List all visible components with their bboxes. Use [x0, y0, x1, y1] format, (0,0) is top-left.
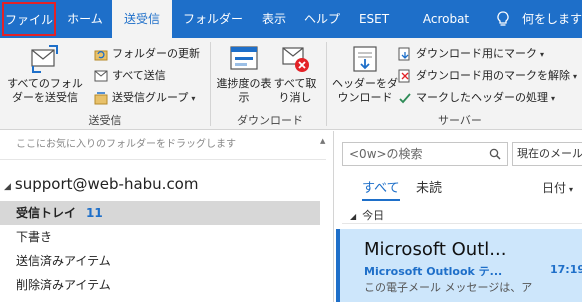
show-progress-label: 進捗度の表示 [216, 77, 272, 104]
search-scope-dropdown[interactable]: 現在のメールボックス [512, 142, 582, 166]
tab-folder[interactable]: フォルダー [180, 0, 246, 38]
update-folder-label: フォルダーの更新 [112, 47, 200, 60]
collapse-triangle-icon[interactable]: ◢ [350, 212, 356, 221]
progress-window-icon [230, 46, 258, 70]
send-receive-groups-label: 送受信グループ ▾ [112, 88, 195, 109]
folder-deleted-items[interactable]: 削除済みアイテム [0, 273, 320, 297]
ribbon-tab-bar: ファイル ホーム 送受信 フォルダー 表示 ヘルプ ESET Acrobat 何… [0, 0, 582, 38]
send-receive-groups-icon [94, 92, 108, 105]
unmark-download-icon [398, 69, 410, 83]
message-subject: Microsoft Outlook テ... [364, 265, 503, 278]
list-divider [342, 223, 582, 224]
collapse-triangle-icon[interactable]: ◢ [4, 182, 11, 192]
scroll-up-arrow-icon[interactable]: ▲ [320, 137, 325, 145]
process-marked-headers-label: マークしたヘッダーの処理 ▾ [416, 88, 555, 109]
cancel-all-label: すべて取り消し [273, 77, 317, 104]
search-icon [489, 148, 501, 160]
mark-to-download-label: ダウンロード用にマーク ▾ [416, 44, 544, 65]
tab-help[interactable]: ヘルプ [302, 0, 342, 38]
chevron-down-icon: ▾ [191, 94, 196, 103]
outlook-window: ファイル ホーム 送受信 フォルダー 表示 ヘルプ ESET Acrobat 何… [0, 0, 582, 302]
folder-label: 送信済みアイテム [16, 254, 111, 268]
message-item[interactable]: Microsoft Outl... Microsoft Outlook テ...… [336, 229, 582, 302]
send-receive-all-label: すべてのフォルダーを送受信 [7, 77, 83, 104]
group-label-send-receive: 送受信 [88, 114, 122, 127]
folder-label: 下書き [16, 230, 53, 244]
download-headers-button[interactable]: ヘッダーをダウンロード [332, 44, 398, 105]
cancel-all-icon [282, 47, 309, 72]
tab-home[interactable]: ホーム [62, 0, 108, 38]
group-header-today[interactable]: ◢ 今日 [350, 207, 384, 223]
tab-view[interactable]: 表示 [254, 0, 294, 38]
group-header-label: 今日 [362, 209, 385, 222]
filter-tab-unread[interactable]: 未読 [416, 177, 442, 199]
tell-me-label: 何をしますか [522, 12, 582, 26]
mark-download-icon [398, 47, 410, 61]
folder-label: 受信トレイ [16, 206, 77, 220]
ribbon-divider [326, 42, 327, 126]
send-all-label: すべて送信 [112, 69, 166, 82]
show-progress-button[interactable]: 進捗度の表示 [216, 44, 272, 105]
message-preview: この電子メール メッセージは、ア [364, 281, 533, 294]
ribbon-send-receive: すべてのフォルダーを送受信 フォルダーの更新 すべて送信 送受信グループ ▾ 送受… [0, 38, 582, 130]
folder-drafts[interactable]: 下書き [0, 225, 320, 249]
ribbon-divider [210, 42, 211, 126]
account-label: support@web-habu.com [14, 175, 199, 193]
chevron-down-icon: ▾ [540, 50, 545, 59]
download-headers-label: ヘッダーをダウンロード [332, 77, 398, 104]
unread-count-badge: 11 [86, 206, 103, 220]
sort-by-dropdown[interactable]: 日付 ▾ [542, 179, 573, 196]
search-input[interactable]: <0w>の検索 [342, 142, 508, 166]
cancel-all-button[interactable]: すべて取り消し [270, 44, 320, 105]
tab-eset[interactable]: ESET [354, 0, 394, 38]
chevron-down-icon: ▾ [551, 94, 556, 103]
send-all-icon [94, 70, 108, 82]
send-receive-all-button[interactable]: すべてのフォルダーを送受信 [4, 44, 86, 105]
filter-tab-all[interactable]: すべて [362, 177, 400, 201]
chevron-down-icon: ▾ [569, 185, 574, 194]
folder-label: 削除済みアイテム [16, 278, 111, 292]
tab-file[interactable]: ファイル [2, 2, 56, 36]
chevron-down-icon: ▾ [573, 72, 578, 81]
send-receive-all-icon [31, 45, 58, 73]
checkmark-icon [399, 93, 411, 104]
account-node[interactable]: ◢ support@web-habu.com [4, 175, 198, 193]
folder-pane-scrollbar[interactable]: ▲ [320, 137, 326, 297]
folder-sent-items[interactable]: 送信済みアイテム [0, 249, 320, 273]
download-headers-icon [353, 46, 377, 72]
sort-label: 日付 [542, 181, 567, 195]
message-list-pane: <0w>の検索 現在のメールボックス すべて 未読 日付▾ ◢ 今日 Micros… [333, 131, 582, 302]
tab-acrobat[interactable]: Acrobat [414, 0, 478, 38]
favorites-divider [0, 159, 326, 160]
message-sender: Microsoft Outl... [364, 239, 507, 260]
folder-inbox[interactable]: 受信トレイ 11 [0, 201, 320, 225]
message-time: 17:19 [550, 263, 582, 276]
favorites-drop-hint: ここにお気に入りのフォルダーをドラッグします [16, 139, 236, 150]
selection-indicator [336, 229, 340, 302]
tab-send-receive[interactable]: 送受信 [112, 0, 172, 38]
search-placeholder: <0w>の検索 [349, 147, 423, 161]
refresh-folder-icon [94, 50, 108, 61]
group-label-server: サーバー [438, 114, 482, 127]
group-label-download: ダウンロード [237, 114, 303, 127]
lightbulb-icon [497, 11, 509, 26]
folder-pane: ここにお気に入りのフォルダーをドラッグします ◢ support@web-habu… [0, 131, 326, 302]
unmark-to-download-label: ダウンロード用のマークを解除 ▾ [416, 66, 577, 87]
